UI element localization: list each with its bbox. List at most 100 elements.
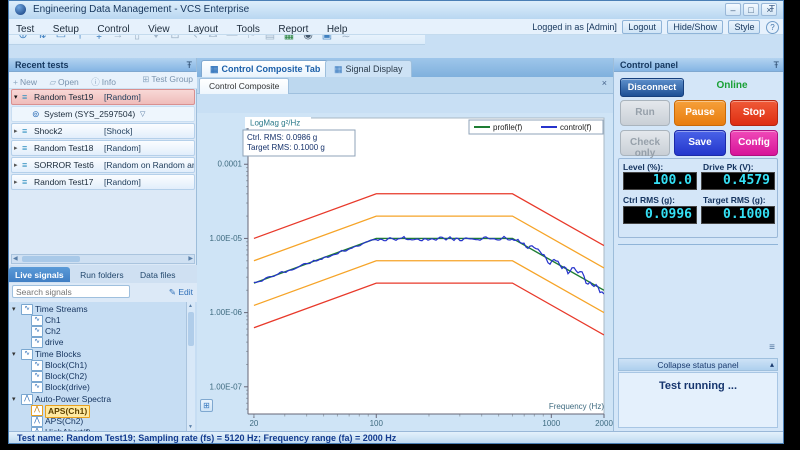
save-button[interactable]: Save [674, 130, 726, 156]
test-group-button[interactable]: ⊞Test Group [138, 72, 197, 85]
svg-text:Frequency (Hz): Frequency (Hz) [549, 402, 604, 411]
tab-live-signals[interactable]: Live signals [9, 267, 70, 282]
menu-setup[interactable]: Setup [46, 23, 86, 35]
new-test-button[interactable]: +New [9, 75, 41, 87]
test-item-sorror-test6[interactable]: ▸ ≡ SORROR Test6 [Random on Random and S… [11, 157, 195, 173]
live-signals-tree: ▾ ∿ Time Streams ∿Ch1 ∿Ch2 ∿drive ▾ ∿ Ti… [9, 302, 197, 431]
edit-link[interactable]: ✎ Edit [169, 287, 193, 298]
tree-group-auto-power-spectra[interactable]: ▾ ⋀ Auto-Power Spectra [9, 394, 184, 405]
close-icon[interactable]: × [602, 78, 607, 88]
expander-icon[interactable]: ▾ [12, 349, 16, 360]
pin-icon[interactable]: Ŧ [187, 58, 193, 72]
tree-group-time-streams[interactable]: ▾ ∿ Time Streams [9, 304, 184, 315]
logout-button[interactable]: Logout [622, 20, 662, 34]
expander-icon[interactable]: ▸ [14, 175, 18, 190]
horizontal-scrollbar[interactable]: ◀ ▶ [11, 254, 195, 264]
tree-item-aps-ch2[interactable]: ⋀APS(Ch2) [9, 416, 184, 427]
expander-icon[interactable]: ▾ [14, 90, 18, 105]
tree-group-time-blocks[interactable]: ▾ ∿ Time Blocks [9, 349, 184, 360]
test-system-item[interactable]: ⊚ System (SYS_2597504) ▽ [11, 106, 195, 122]
tree-item-ch2[interactable]: ∿Ch2 [9, 326, 184, 337]
collapse-status-panel-button[interactable]: Collapse status panel ▴ [618, 358, 778, 371]
level-display: 100.0 [623, 172, 697, 190]
tree-item-block-ch2[interactable]: ∿Block(Ch2) [9, 371, 184, 382]
menu-tools[interactable]: Tools [230, 23, 267, 35]
disconnect-button[interactable]: Disconnect [620, 78, 684, 97]
tab-run-folders[interactable]: Run folders [74, 267, 129, 282]
open-test-button[interactable]: ▱Open [45, 75, 82, 88]
svg-text:profile(f): profile(f) [493, 123, 523, 132]
tab-data-files[interactable]: Data files [134, 267, 181, 282]
test-item-random-test18[interactable]: ▸ ≡ Random Test18 [Random] [11, 140, 195, 156]
search-input[interactable] [12, 285, 130, 298]
style-button[interactable]: Style [728, 20, 760, 34]
recent-tests-header: Recent tests Ŧ [9, 58, 196, 72]
test-item-shock2[interactable]: ▸ ≡ Shock2 [Shock] [11, 123, 195, 139]
waveform-icon: ∿ [31, 315, 43, 326]
menu-layout[interactable]: Layout [181, 23, 225, 35]
expander-icon[interactable]: ▸ [14, 124, 18, 139]
tab-signal-display[interactable]: ▦Signal Display [325, 60, 412, 77]
pin-icon[interactable]: Ŧ [769, 4, 775, 15]
axis-adjust-icon[interactable]: ⊞ [200, 399, 213, 412]
tree-item-block-drive[interactable]: ∿Block(drive) [9, 382, 184, 393]
svg-text:1000: 1000 [542, 419, 560, 428]
scroll-right-icon[interactable]: ▶ [188, 255, 193, 263]
scroll-up-icon[interactable]: ▲ [188, 303, 193, 309]
scrollbar-thumb[interactable] [188, 312, 194, 346]
subtab-control-composite[interactable]: Control Composite [199, 78, 289, 94]
test-running-message: Test running ... [619, 380, 777, 392]
help-icon[interactable]: ? [766, 21, 779, 34]
tree-item-ch1[interactable]: ∿Ch1 [9, 315, 184, 326]
status-bar-text: Test name: Random Test19; Sampling rate … [17, 433, 396, 443]
menu-report[interactable]: Report [271, 23, 315, 35]
tree-item-drive[interactable]: ∿drive [9, 337, 184, 348]
pin-icon[interactable]: Ŧ [774, 58, 780, 72]
group-icon: ⊞ [142, 74, 149, 84]
hide-show-button[interactable]: Hide/Show [667, 20, 723, 34]
tree-item-block-ch1[interactable]: ∿Block(Ch1) [9, 360, 184, 371]
chevron-up-icon: ▴ [770, 359, 774, 371]
menu-help[interactable]: Help [320, 23, 355, 35]
target-rms-label: Target RMS (g): [703, 195, 766, 205]
stop-button[interactable]: Stop [730, 100, 778, 126]
online-status: Online [692, 80, 772, 91]
expander-icon[interactable]: ▾ [12, 394, 16, 405]
scrollbar-thumb[interactable] [22, 256, 80, 262]
maximize-button[interactable]: □ [743, 3, 759, 16]
test-name: Random Test18 [34, 141, 93, 156]
tab-control-composite[interactable]: ▦Control Composite Tab [201, 60, 329, 77]
test-name: Shock2 [34, 124, 62, 139]
menu-test[interactable]: Test [9, 23, 41, 35]
scroll-left-icon[interactable]: ◀ [13, 255, 18, 263]
expander-icon[interactable]: ▸ [14, 141, 18, 156]
waveform-icon: ∿ [31, 337, 43, 348]
expander-icon[interactable]: ▾ [12, 304, 16, 315]
config-button[interactable]: Config [730, 130, 778, 156]
tab-grid-icon: ▦ [210, 64, 219, 74]
svg-text:2000: 2000 [595, 419, 613, 428]
test-name: Random Test19 [34, 90, 93, 105]
subtab-bar: Control Composite × [197, 77, 613, 94]
menu-control[interactable]: Control [90, 23, 136, 35]
control-composite-chart: 0.00011.00E-051.00E-061.00E-072010010002… [201, 113, 613, 431]
info-button[interactable]: ⓘInfo [87, 74, 120, 88]
waveform-icon: ∿ [31, 326, 43, 337]
svg-text:1.00E-06: 1.00E-06 [210, 308, 243, 317]
scroll-down-icon[interactable]: ▼ [188, 424, 193, 430]
level-label: Level (%): [623, 162, 663, 172]
pause-button[interactable]: Pause [674, 100, 726, 126]
svg-text:Target RMS: 0.1000 g: Target RMS: 0.1000 g [247, 143, 325, 152]
menu-view[interactable]: View [141, 23, 177, 35]
vertical-scrollbar[interactable]: ▲ ▼ [186, 302, 195, 431]
test-item-random-test19[interactable]: ▾ ≡ Random Test19 [Random] [11, 89, 195, 105]
spectrum-icon: ⋀ [31, 405, 43, 416]
tree-item-aps-ch1[interactable]: ⋀APS(Ch1) [9, 405, 184, 416]
system-name: System (SYS_2597504) [44, 107, 135, 122]
status-bar: Test name: Random Test19; Sampling rate … [9, 431, 783, 444]
test-item-random-test17[interactable]: ▸ ≡ Random Test17 [Random] [11, 174, 195, 190]
expander-icon[interactable]: ▸ [14, 158, 18, 173]
menu-list-icon[interactable]: ≡ [769, 342, 775, 353]
dropdown-icon[interactable]: ▽ [140, 107, 145, 122]
minimize-button[interactable]: – [725, 3, 741, 16]
